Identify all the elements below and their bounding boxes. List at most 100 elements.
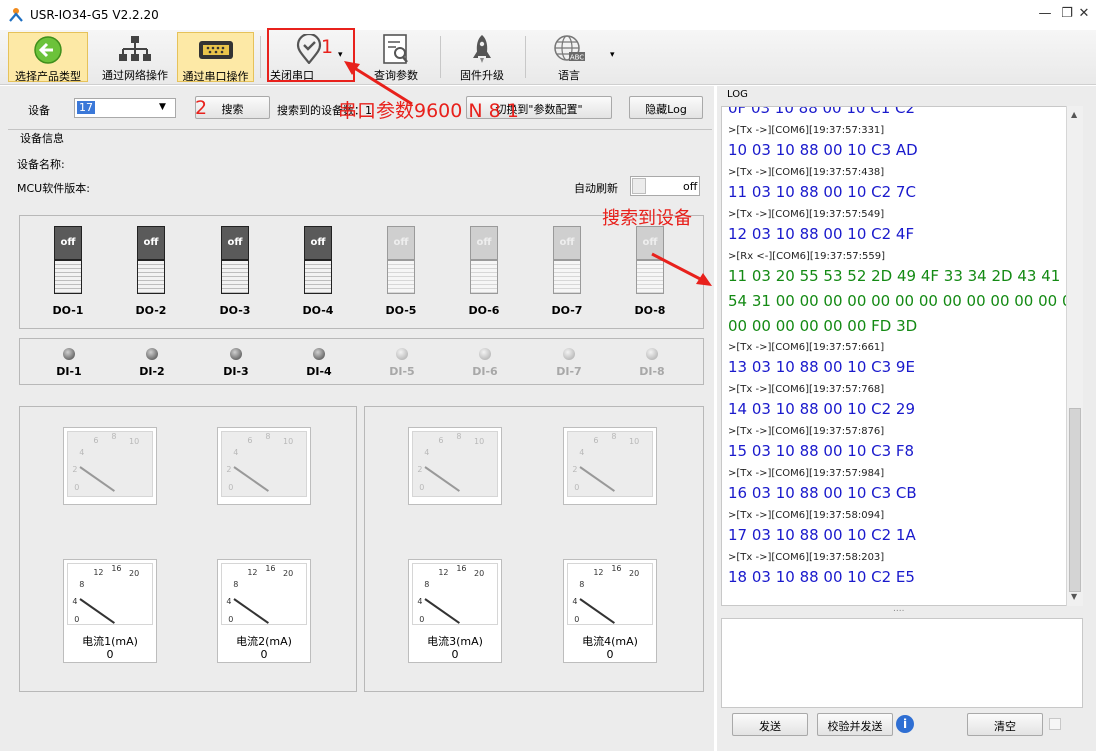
log-output[interactable]: 0F 03 10 88 00 10 C1 C2 >[Tx ->][COM6][19… <box>721 106 1083 606</box>
auto-refresh-label: 自动刷新 <box>574 182 618 195</box>
do-label: DO-6 <box>468 304 500 317</box>
minimize-button[interactable]: — <box>1035 6 1055 24</box>
voltage-gauge-2: 0 2 4 6 8 10 <box>217 427 311 505</box>
title-bar: USR-IO34-G5 V2.2.20 — ❐ ✕ <box>0 0 1096 30</box>
do-switch-state: off <box>304 226 332 260</box>
di-label: DI-4 <box>306 365 332 378</box>
gauge-face: 0 4 8 12 16 20 <box>567 563 653 625</box>
gauge-face: 0 4 8 12 16 20 <box>221 563 307 625</box>
splitter-handle[interactable]: .... <box>893 604 904 614</box>
do-switch-1[interactable]: off <box>54 226 82 294</box>
log-line: >[Tx ->][COM6][19:37:57:876] <box>728 426 885 437</box>
do-switch-slider <box>137 260 165 294</box>
gauge-tick-label: 6 <box>593 435 599 445</box>
do-switch-2[interactable]: off <box>137 226 165 294</box>
rocket-icon <box>473 35 491 63</box>
verify-send-button[interactable]: 校验并发送 <box>817 713 893 736</box>
auto-refresh-toggle[interactable]: off <box>630 176 700 196</box>
log-line: 11 03 20 55 53 52 2D 49 4F 33 34 2D 43 4… <box>728 267 1061 285</box>
log-line: >[Tx ->][COM6][19:37:57:661] <box>728 342 885 353</box>
dropdown-arrow-icon[interactable]: ▾ <box>610 50 615 60</box>
gauge-tick-label: 4 <box>572 596 578 606</box>
close-button[interactable]: ✕ <box>1074 6 1094 24</box>
log-line: 14 03 10 88 00 10 C2 29 <box>728 400 916 418</box>
voltage-gauge-1: 0 2 4 6 8 10 <box>63 427 157 505</box>
do-label: DO-8 <box>634 304 666 317</box>
toolbar-separator <box>440 36 441 78</box>
select-product-type-label: 选择产品类型 <box>15 70 81 83</box>
log-line: 16 03 10 88 00 10 C3 CB <box>728 484 917 502</box>
gauge-face: 0 4 8 12 16 20 <box>412 563 498 625</box>
checkbox[interactable] <box>1049 718 1061 730</box>
firmware-upgrade-button[interactable]: 固件升级 <box>446 32 518 82</box>
device-select[interactable]: 17 ▼ <box>74 98 176 118</box>
do-switch-3[interactable]: off <box>221 226 249 294</box>
gauge-tick-label: 0 <box>419 614 425 624</box>
scroll-down-icon[interactable]: ▼ <box>1071 592 1077 601</box>
log-line: 11 03 10 88 00 10 C2 7C <box>728 183 916 201</box>
info-icon[interactable]: i <box>896 715 914 733</box>
log-line: 54 31 00 00 00 00 00 00 00 00 00 00 00 0… <box>728 292 1082 310</box>
do-switch-state: off <box>54 226 82 260</box>
current-gauge-label: 电流2(mA) <box>236 635 292 648</box>
toolbar-separator <box>260 36 261 78</box>
di-label: DI-3 <box>223 365 249 378</box>
gauge-tick-label: 10 <box>283 437 294 447</box>
log-line: >[Rx <-][COM6][19:37:57:559] <box>728 251 886 262</box>
device-select-value: 17 <box>77 101 95 114</box>
language-button[interactable]: ABC 语言 <box>535 32 603 82</box>
globe-icon: ABC <box>554 35 585 62</box>
di-led-7 <box>563 348 575 360</box>
serial-port-icon <box>198 41 233 59</box>
current-gauge-label: 电流4(mA) <box>582 635 638 648</box>
di-led-6 <box>479 348 491 360</box>
do-switch-slider <box>470 260 498 294</box>
hide-log-button[interactable]: 隐藏Log <box>629 96 703 119</box>
do-switch-5[interactable]: off <box>387 226 415 294</box>
log-line: >[Tx ->][COM6][19:37:57:331] <box>728 125 885 136</box>
gauge-tick-label: 4 <box>233 447 239 457</box>
do-switch-6[interactable]: off <box>470 226 498 294</box>
app-logo-icon <box>9 8 23 22</box>
divider <box>8 129 712 130</box>
network-operation-button[interactable]: 通过网络操作 <box>95 32 175 82</box>
gauge-tick-label: 8 <box>265 432 271 442</box>
gauge-tick-label: 2 <box>417 464 423 474</box>
log-line: 17 03 10 88 00 10 C2 1A <box>728 526 916 544</box>
back-arrow-icon <box>34 36 62 64</box>
current-gauge-3: 0 4 8 12 16 20 电流3(mA) 0 <box>408 559 502 663</box>
di-led-1 <box>63 348 75 360</box>
gauge-face: 0 2 4 6 8 10 <box>221 431 307 497</box>
gauge-tick-label: 16 <box>111 564 122 574</box>
firmware-upgrade-label: 固件升级 <box>460 69 504 82</box>
send-button[interactable]: 发送 <box>732 713 808 736</box>
toolbar: 选择产品类型 通过网络操作 通过串口操作 关闭串口 ▾ 查询参数 固件升级 AB… <box>0 30 1096 85</box>
do-switch-state: off <box>137 226 165 260</box>
log-line: 00 00 00 00 00 00 FD 3D <box>728 317 918 335</box>
clear-button[interactable]: 清空 <box>967 713 1043 736</box>
select-product-type-button[interactable]: 选择产品类型 <box>8 32 88 83</box>
gauge-tick-label: 20 <box>474 569 485 579</box>
annotation-found-device: 搜索到设备 <box>602 208 692 229</box>
gauge-tick-label: 4 <box>417 596 423 606</box>
do-switch-state: off <box>553 226 581 260</box>
svg-text:ABC: ABC <box>570 54 584 62</box>
di-label: DI-2 <box>139 365 165 378</box>
scrollbar-thumb[interactable] <box>1069 408 1081 592</box>
di-input-group: DI-1 DI-2 DI-3 DI-4 DI-5 DI-6 DI-7 DI-8 <box>19 338 704 385</box>
gauge-tick-label: 12 <box>438 567 449 577</box>
serial-operation-button[interactable]: 通过串口操作 <box>177 32 254 83</box>
do-switch-slider <box>387 260 415 294</box>
di-led-8 <box>646 348 658 360</box>
current-gauge-value: 0 <box>106 648 114 661</box>
gauge-needle <box>579 598 615 624</box>
log-title: LOG <box>727 89 748 100</box>
do-switch-4[interactable]: off <box>304 226 332 294</box>
current-gauge-label: 电流3(mA) <box>427 635 483 648</box>
log-line: 15 03 10 88 00 10 C3 F8 <box>728 442 915 460</box>
send-input[interactable] <box>721 618 1083 708</box>
annotation-step-1: 1 <box>321 36 334 58</box>
do-switch-7[interactable]: off <box>553 226 581 294</box>
scroll-up-icon[interactable]: ▲ <box>1071 110 1077 119</box>
log-scrollbar[interactable]: ▲ ▼ <box>1066 106 1083 606</box>
